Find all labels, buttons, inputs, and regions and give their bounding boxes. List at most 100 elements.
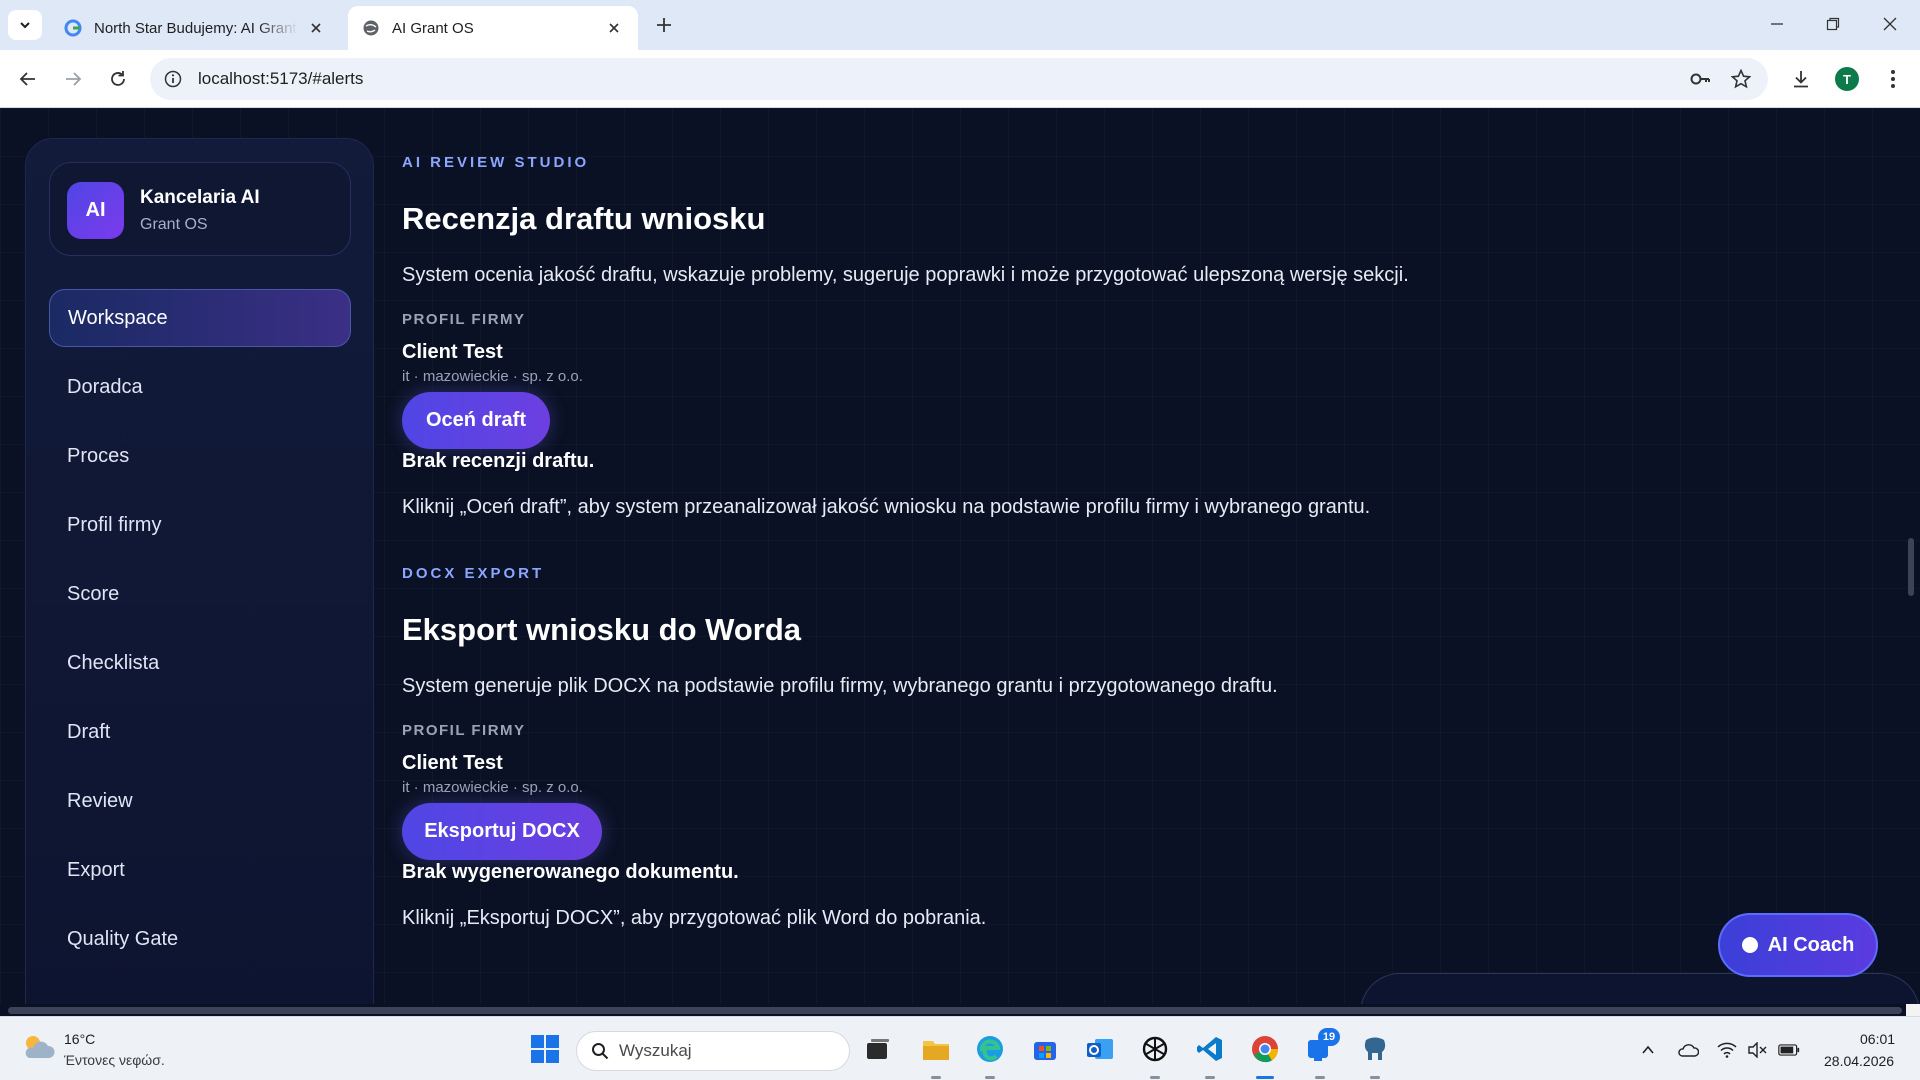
review-title: Recenzja draftu wniosku xyxy=(402,201,766,236)
sidebar-item-export[interactable]: Export xyxy=(49,841,351,899)
vertical-scrollbar-thumb[interactable] xyxy=(1908,538,1914,596)
star-icon xyxy=(1731,69,1751,89)
main-content: AI REVIEW STUDIO Recenzja draftu wniosku… xyxy=(402,108,1882,1013)
show-hidden-icons-button[interactable] xyxy=(1637,1039,1659,1061)
passwords-button[interactable] xyxy=(1688,67,1712,91)
speaker-muted-icon xyxy=(1748,1042,1767,1058)
cloud-icon xyxy=(1678,1044,1699,1057)
sidebar-item-doradca[interactable]: Doradca xyxy=(49,358,351,416)
profile-button[interactable]: T xyxy=(1834,66,1860,92)
brand-logo: AI xyxy=(67,182,124,239)
new-tab-button[interactable] xyxy=(652,13,676,37)
tab-title: AI Grant OS xyxy=(392,19,474,37)
review-client-name: Client Test xyxy=(402,341,503,363)
sidebar-item-score[interactable]: Score xyxy=(49,565,351,623)
site-info-button[interactable] xyxy=(162,68,184,90)
review-eyebrow: AI REVIEW STUDIO xyxy=(402,154,590,171)
forward-icon xyxy=(66,72,82,86)
edge-button[interactable] xyxy=(972,1031,1008,1067)
outlook-icon xyxy=(1087,1039,1113,1059)
task-view-button[interactable] xyxy=(860,1031,896,1067)
sidebar-item-proces[interactable]: Proces xyxy=(49,427,351,485)
evaluate-draft-button[interactable]: Oceń draft xyxy=(402,392,550,449)
close-icon xyxy=(609,23,619,33)
windows-start-icon xyxy=(531,1035,559,1063)
postgres-icon xyxy=(1364,1037,1386,1060)
sidebar: AI Kancelaria AI Grant OS Workspace Dora… xyxy=(25,138,374,1013)
minimize-button[interactable] xyxy=(1763,12,1791,36)
vscode-button[interactable] xyxy=(1192,1031,1228,1067)
sidebar-item-quality-gate[interactable]: Quality Gate xyxy=(49,910,351,968)
restore-button[interactable] xyxy=(1819,12,1847,36)
chatgpt-icon xyxy=(1142,1036,1168,1062)
browser-menu-button[interactable] xyxy=(1880,66,1906,92)
sidebar-item-review[interactable]: Review xyxy=(49,772,351,830)
export-empty-title: Brak wygenerowanego dokumentu. xyxy=(402,861,739,883)
start-button[interactable] xyxy=(527,1031,563,1067)
volume-button[interactable] xyxy=(1746,1039,1768,1061)
sidebar-item-workspace[interactable]: Workspace xyxy=(49,289,351,347)
outlook-button[interactable] xyxy=(1082,1031,1118,1067)
network-button[interactable] xyxy=(1716,1039,1738,1061)
window-close-icon xyxy=(1883,17,1897,31)
running-indicator xyxy=(1370,1076,1380,1079)
ai-coach-button[interactable]: AI Coach xyxy=(1718,913,1878,977)
weather-temp: 16°C xyxy=(64,1031,96,1047)
export-title: Eksport wniosku do Worda xyxy=(402,612,802,647)
weather-icon xyxy=(25,1036,55,1058)
file-explorer-button[interactable] xyxy=(918,1031,954,1067)
task-view-icon xyxy=(867,1039,889,1059)
info-icon xyxy=(164,70,182,88)
avatar: T xyxy=(1835,67,1859,91)
weather-description: Έντονες νεφώσ. xyxy=(64,1052,165,1068)
brand-subtitle: Grant OS xyxy=(140,216,208,233)
back-button[interactable] xyxy=(14,65,42,93)
running-indicator xyxy=(931,1076,941,1079)
bookmark-button[interactable] xyxy=(1729,67,1753,91)
weather-widget[interactable] xyxy=(20,1031,56,1061)
chevron-up-icon xyxy=(1642,1045,1654,1054)
back-icon xyxy=(19,72,35,86)
tab-menu-icon xyxy=(20,22,30,29)
review-profile-label: PROFIL FIRMY xyxy=(402,311,526,328)
running-indicator xyxy=(985,1076,995,1079)
tab-ai-grant-os[interactable]: AI Grant OS xyxy=(348,6,638,50)
download-icon xyxy=(1794,71,1808,88)
restore-icon xyxy=(1826,17,1840,31)
close-icon xyxy=(311,23,321,33)
tab-north-star[interactable]: North Star Budujemy: AI Grant OS xyxy=(50,6,340,50)
vscode-icon xyxy=(1197,1037,1222,1061)
tab-search-button[interactable] xyxy=(8,10,42,40)
forward-button[interactable] xyxy=(59,65,87,93)
url-text[interactable]: localhost:5173/#alerts xyxy=(198,69,363,89)
chrome-button[interactable] xyxy=(1247,1031,1283,1067)
tab-close-button[interactable] xyxy=(306,18,326,38)
address-bar[interactable]: localhost:5173/#alerts xyxy=(150,58,1768,100)
taskbar: 16°C Έντονες νεφώσ. Wyszukaj 06:01 28.04… xyxy=(0,1016,1920,1080)
horizontal-scrollbar-thumb[interactable] xyxy=(8,1007,1902,1014)
close-window-button[interactable] xyxy=(1876,12,1904,36)
export-profile-label: PROFIL FIRMY xyxy=(402,722,526,739)
tab-close-button[interactable] xyxy=(604,18,624,38)
reload-button[interactable] xyxy=(104,65,132,93)
tab-title: North Star Budujemy: AI Grant OS xyxy=(94,19,298,37)
export-docx-button[interactable]: Eksportuj DOCX xyxy=(402,803,602,860)
postgres-button[interactable] xyxy=(1357,1031,1393,1067)
store-button[interactable] xyxy=(1027,1031,1063,1067)
page-viewport: AI Kancelaria AI Grant OS Workspace Dora… xyxy=(0,108,1920,1013)
sidebar-item-draft[interactable]: Draft xyxy=(49,703,351,761)
sidebar-item-profil-firmy[interactable]: Profil firmy xyxy=(49,496,351,554)
clock-time[interactable]: 06:01 xyxy=(1860,1031,1895,1047)
onedrive-button[interactable] xyxy=(1677,1039,1699,1061)
clock-date[interactable]: 28.04.2026 xyxy=(1824,1053,1894,1069)
chatgpt-button[interactable] xyxy=(1137,1031,1173,1067)
export-empty-hint: Kliknij „Eksportuj DOCX”, aby przygotowa… xyxy=(402,907,987,929)
downloads-button[interactable] xyxy=(1788,66,1814,92)
sidebar-item-checklista[interactable]: Checklista xyxy=(49,634,351,692)
taskbar-search[interactable]: Wyszukaj xyxy=(576,1031,850,1071)
ai-coach-label: AI Coach xyxy=(1767,933,1855,956)
active-indicator xyxy=(1256,1076,1274,1079)
store-icon xyxy=(1034,1042,1056,1060)
file-explorer-icon xyxy=(923,1041,949,1060)
battery-button[interactable] xyxy=(1778,1039,1800,1061)
